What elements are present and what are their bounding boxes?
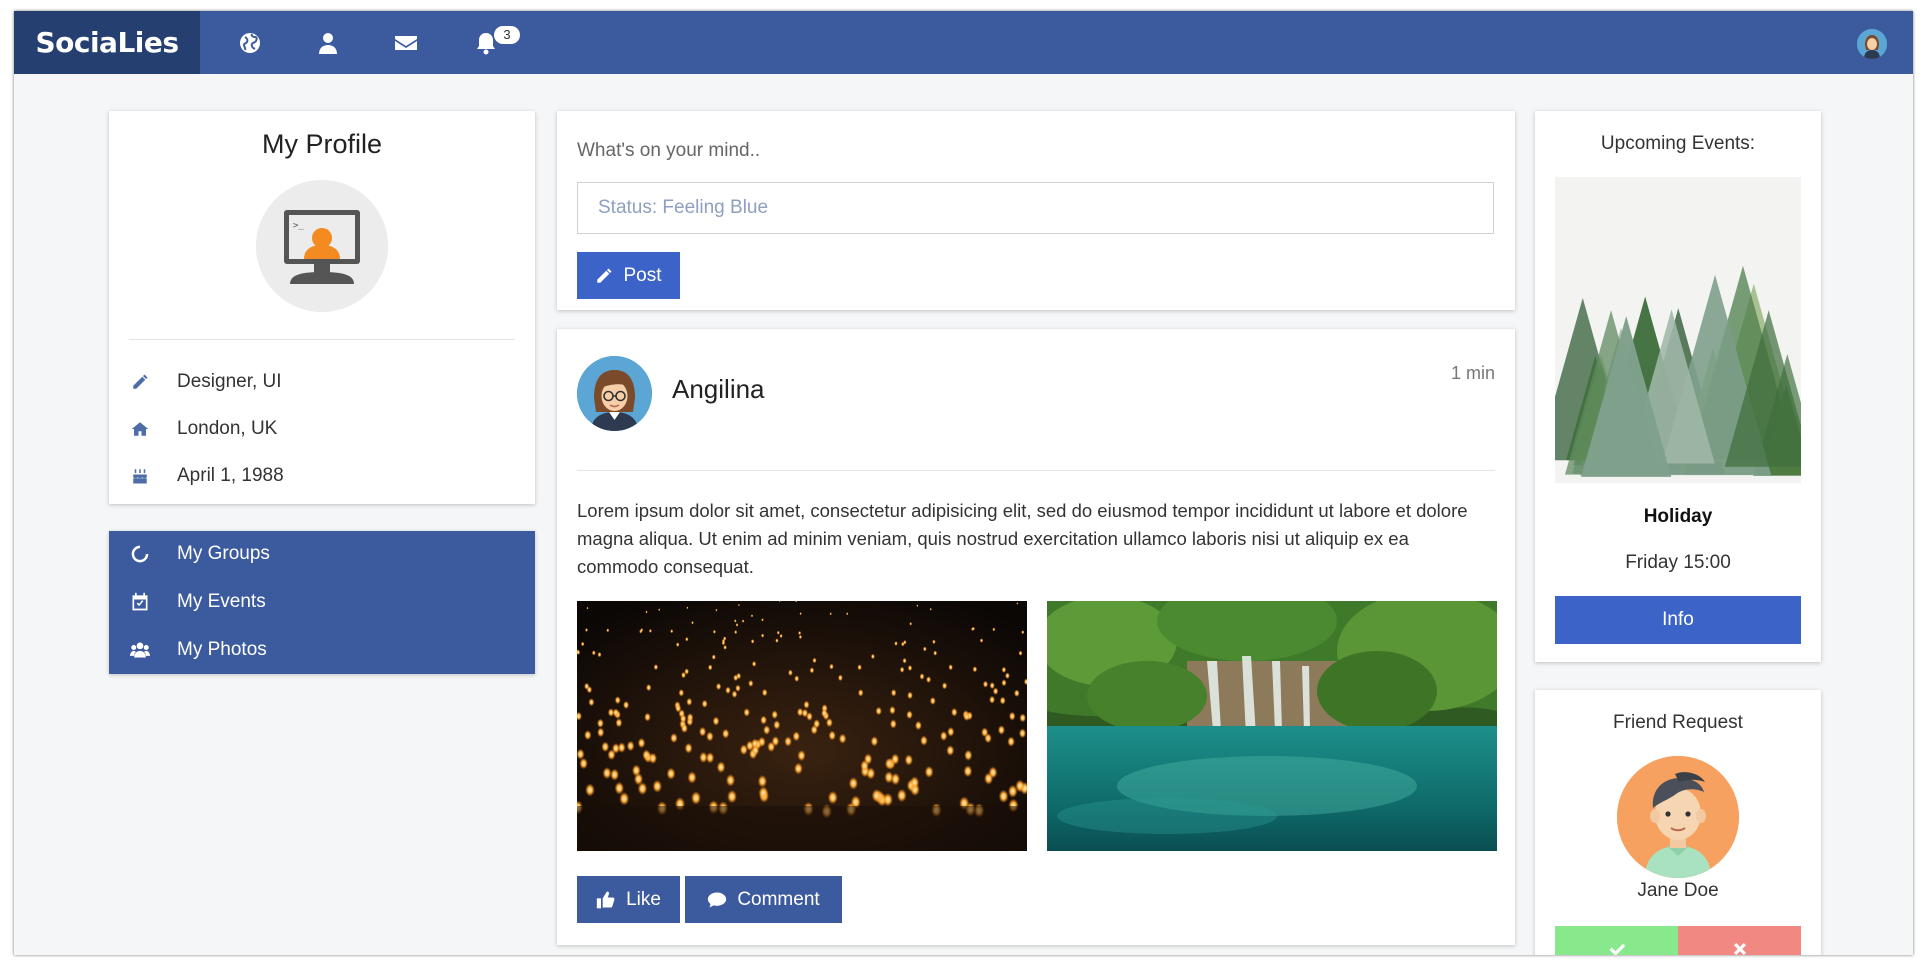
brand-logo[interactable]: SociaLies [14, 11, 200, 74]
waterfall-lagoon-photo[interactable] [1047, 601, 1497, 851]
info-button-label: Info [1662, 609, 1694, 630]
forest-event-image[interactable] [1555, 177, 1801, 483]
nav-globe-button[interactable] [215, 11, 285, 74]
svg-text:>_: >_ [293, 221, 304, 231]
post-button[interactable]: Post [577, 252, 680, 299]
friend-request-title: Friend Request [1613, 712, 1743, 733]
account-avatar[interactable] [1857, 29, 1887, 59]
pencil-icon [129, 371, 151, 393]
user-avatar-icon [1857, 29, 1887, 59]
woman-avatar-icon [577, 356, 652, 431]
thumbs-up-icon [596, 891, 615, 908]
app-window: SociaLies 3 My Profile >_ Designer, UI L… [14, 11, 1913, 955]
man-avatar-icon [1617, 756, 1739, 878]
user-icon [319, 32, 337, 54]
home-icon [129, 418, 151, 440]
calendar-check-icon [129, 591, 151, 613]
event-info-button[interactable]: Info [1555, 596, 1801, 644]
post-body-text: Lorem ipsum dolor sit amet, consectetur … [577, 500, 1468, 577]
circle-notch-icon [129, 543, 151, 565]
menu-item-label: My Photos [177, 639, 267, 660]
nav-notifications-button[interactable]: 3 [451, 11, 521, 74]
menu-item-label: My Groups [177, 543, 270, 564]
envelope-icon [395, 35, 417, 50]
profile-detail-location: London, UK [129, 414, 509, 444]
post-divider [577, 470, 1495, 471]
notification-badge: 3 [494, 26, 520, 44]
globe-icon [240, 32, 260, 53]
users-icon [129, 639, 151, 661]
top-navbar: SociaLies 3 [14, 11, 1913, 74]
developer-avatar-icon: >_ [256, 180, 388, 312]
sky-lanterns-photo[interactable] [577, 601, 1027, 851]
composer-prompt: What's on your mind.. [577, 140, 761, 161]
profile-title: My Profile [261, 129, 383, 159]
post-card: Angilina 1 min Lorem ipsum dolor sit ame… [557, 329, 1515, 945]
post-timestamp: 1 min [1450, 363, 1495, 383]
menu-item-label: My Events [177, 591, 266, 612]
nav-messages-button[interactable] [371, 11, 441, 74]
comment-icon [708, 892, 727, 907]
check-icon [1609, 943, 1625, 955]
profile-occupation: Designer, UI [177, 371, 282, 392]
birthday-cake-icon [129, 465, 151, 487]
menu-item-my-groups[interactable]: My Groups [109, 531, 535, 577]
profile-detail-birthday: April 1, 1988 [129, 461, 509, 491]
forest-illustration [1555, 177, 1801, 483]
friend-avatar[interactable] [1617, 756, 1739, 878]
accept-friend-button[interactable] [1555, 926, 1678, 955]
status-input[interactable] [577, 182, 1494, 234]
upcoming-events-card: Upcoming Events: Holiday Friday 15:00 In… [1535, 111, 1821, 662]
comment-button[interactable]: Comment [685, 876, 842, 923]
post-author-avatar[interactable] [577, 356, 652, 431]
events-title: Upcoming Events: [1600, 133, 1756, 154]
like-button-label: Like [626, 888, 661, 910]
friend-name[interactable]: Jane Doe [1535, 880, 1821, 902]
profile-card: My Profile >_ Designer, UI London, UK Ap… [109, 111, 535, 504]
side-menu: My Groups My Events My Photos [109, 531, 535, 674]
comment-button-label: Comment [737, 888, 820, 910]
pencil-icon [597, 268, 612, 283]
profile-birthday: April 1, 1988 [177, 465, 284, 486]
event-time: Friday 15:00 [1625, 552, 1731, 573]
nav-profile-button[interactable] [293, 11, 363, 74]
event-name: Holiday [1643, 506, 1713, 527]
status-composer: What's on your mind.. Post [557, 111, 1515, 310]
profile-divider [129, 339, 515, 340]
decline-friend-button[interactable] [1678, 926, 1801, 955]
profile-detail-occupation: Designer, UI [129, 367, 509, 397]
menu-item-my-photos[interactable]: My Photos [109, 627, 535, 673]
like-button[interactable]: Like [577, 876, 680, 923]
close-icon [1733, 943, 1746, 955]
profile-location: London, UK [177, 418, 278, 439]
profile-avatar[interactable]: >_ [256, 180, 388, 312]
friend-request-card: Friend Request Jane Doe [1535, 690, 1821, 955]
post-button-label: Post [623, 264, 662, 286]
menu-item-my-events[interactable]: My Events [109, 579, 535, 625]
post-author-name[interactable]: Angilina [672, 374, 765, 405]
